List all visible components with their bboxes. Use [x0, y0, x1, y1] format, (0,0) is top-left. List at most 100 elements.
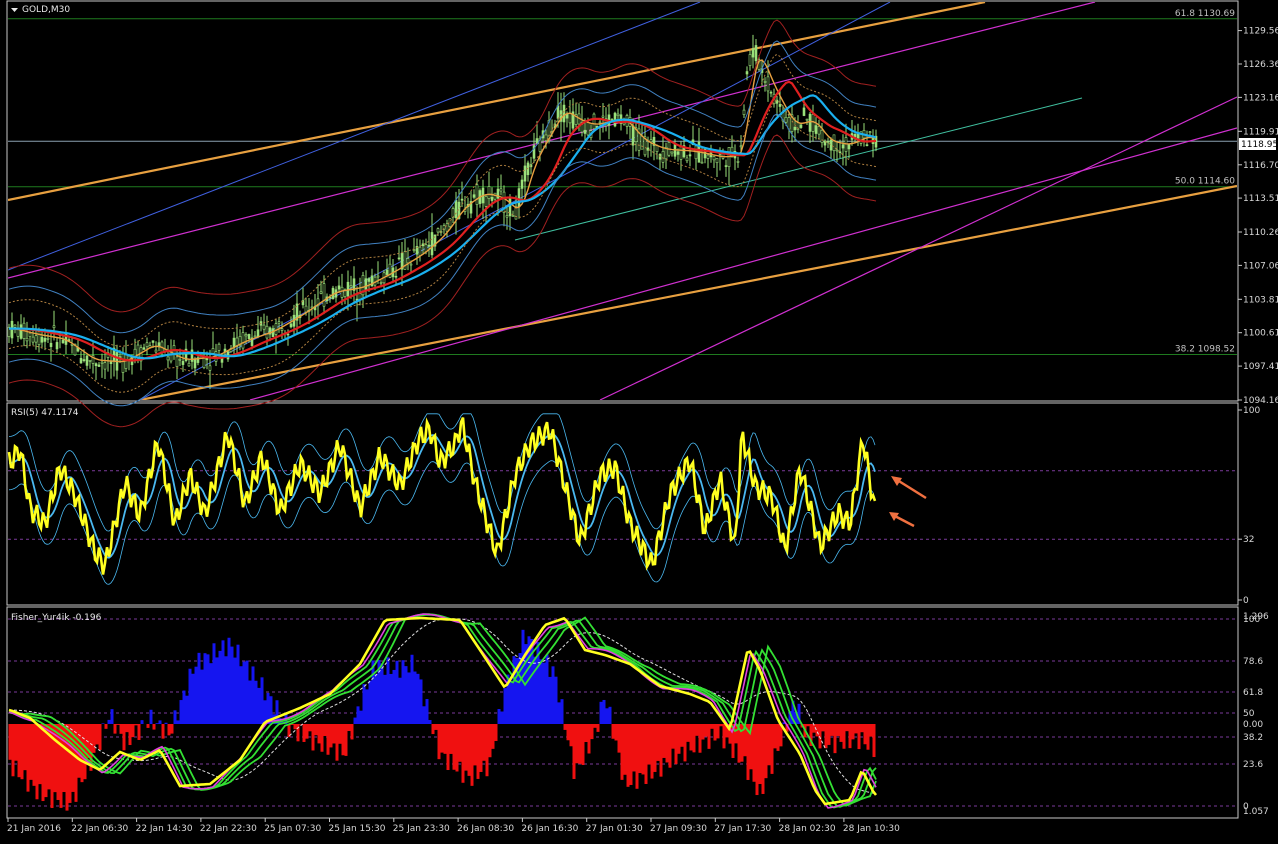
price-candle-body	[340, 286, 344, 298]
price-candle-body	[412, 249, 416, 251]
fisher-histogram-bar	[29, 724, 33, 780]
price-candle-body	[724, 165, 728, 167]
fisher-histogram-bar	[395, 660, 399, 724]
fisher-histogram-bar	[455, 724, 459, 772]
fisher-histogram-bar	[314, 724, 318, 736]
price-candle-body	[103, 362, 107, 370]
price-candle-body	[253, 335, 257, 338]
price-candle-body	[61, 339, 65, 344]
fisher-histogram-bar	[191, 673, 195, 724]
time-axis-label: 28 Jan 10:30	[843, 824, 900, 834]
price-candle-body	[28, 332, 32, 337]
price-candle-body	[748, 54, 752, 66]
price-candle-body	[535, 138, 539, 144]
fisher-histogram-bar	[434, 724, 438, 730]
fisher-histogram-bar	[413, 671, 417, 724]
price-candle-body	[436, 228, 440, 233]
fisher-histogram-bar	[596, 724, 600, 732]
price-candle-body	[100, 361, 104, 364]
price-candle-body	[688, 154, 692, 157]
fisher-histogram-bar	[479, 724, 483, 772]
price-candle-body	[46, 337, 50, 340]
price-candle-body	[337, 285, 341, 290]
fisher-histogram-bar	[227, 637, 231, 724]
price-candle-body	[445, 223, 449, 232]
fisher-histogram-bar	[566, 724, 570, 741]
fisher-histogram-bar	[386, 657, 390, 724]
fisher-histogram-bar	[416, 673, 420, 724]
price-candle-body	[472, 194, 476, 198]
fisher-histogram-bar	[32, 724, 36, 786]
price-candle-body	[418, 246, 422, 256]
fisher-histogram-bar	[680, 724, 684, 747]
time-axis-label: 27 Jan 17:30	[714, 824, 771, 834]
price-candle-body	[484, 196, 488, 207]
price-candle-body	[817, 126, 821, 135]
price-candle-body	[217, 343, 221, 351]
price-tick-label: 1116.70	[1243, 161, 1278, 171]
fisher-histogram-bar	[872, 724, 876, 758]
price-candle-body	[517, 188, 521, 208]
fisher-histogram-bar	[686, 724, 690, 742]
fisher-histogram-bar	[845, 724, 849, 732]
price-candle-body	[397, 257, 401, 260]
fisher-histogram-bar	[467, 724, 471, 776]
price-candle-body	[142, 347, 146, 350]
price-candle-body	[661, 151, 665, 163]
price-candle-body	[520, 179, 524, 189]
price-candle-body	[655, 145, 659, 152]
fisher-histogram-bar	[374, 673, 378, 724]
price-candle-body	[166, 356, 170, 361]
fisher-histogram-bar	[584, 724, 588, 743]
price-candle-body	[181, 361, 185, 365]
fisher-histogram-bar	[650, 724, 654, 779]
price-candle-body	[505, 215, 509, 218]
fisher-histogram-bar	[194, 666, 198, 724]
fisher-histogram-bar	[212, 643, 216, 724]
fisher-histogram-bar	[773, 724, 777, 749]
fisher-histogram-bar	[833, 724, 837, 754]
time-axis-label: 25 Jan 07:30	[264, 824, 321, 834]
fisher-histogram-bar	[182, 690, 186, 724]
price-candle-body	[586, 121, 590, 136]
price-candle-body	[265, 325, 269, 339]
price-candle-body	[835, 149, 839, 152]
price-candle-body	[364, 278, 368, 290]
fisher-histogram-bar	[443, 724, 447, 754]
price-candle-body	[430, 232, 434, 256]
fisher-histogram-bar	[656, 724, 660, 761]
price-candle-body	[244, 334, 248, 337]
price-candle-body	[97, 364, 101, 367]
fisher-histogram-bar	[509, 682, 513, 724]
price-tick-label: 1107.06	[1243, 261, 1278, 271]
price-candle-body	[274, 323, 278, 335]
fisher-histogram-bar	[776, 724, 780, 751]
time-axis-label: 26 Jan 08:30	[457, 824, 514, 834]
price-tick-label: 1103.81	[1243, 295, 1278, 305]
price-candle-body	[319, 291, 323, 294]
price-candle-body	[814, 125, 818, 134]
fisher-histogram-bar	[449, 724, 453, 754]
time-axis-label: 27 Jan 09:30	[650, 824, 707, 834]
price-candle-body	[700, 161, 704, 164]
fisher-histogram-bar	[599, 701, 603, 724]
price-candle-body	[742, 109, 746, 115]
price-candle-body	[211, 348, 215, 354]
price-candle-body	[202, 357, 206, 368]
price-candle-body	[151, 340, 155, 343]
time-axis-label: 22 Jan 14:30	[136, 824, 193, 834]
price-candle-body	[121, 353, 125, 373]
price-candle-body	[40, 336, 44, 343]
fisher-histogram-bar	[716, 724, 720, 739]
fisher-histogram-bar	[359, 710, 363, 724]
price-candle-body	[784, 116, 788, 123]
price-candle-body	[277, 321, 281, 324]
fisher-histogram-bar	[296, 724, 300, 742]
fisher-histogram-bar	[446, 724, 450, 771]
fisher-histogram-bar	[179, 700, 183, 724]
fisher-histogram-bar	[758, 724, 762, 785]
fisher-histogram-bar	[392, 669, 396, 724]
fisher-histogram-bar	[38, 724, 42, 785]
fisher-histogram-bar	[239, 666, 243, 724]
fisher-tick-label: 38.2	[1243, 733, 1263, 743]
